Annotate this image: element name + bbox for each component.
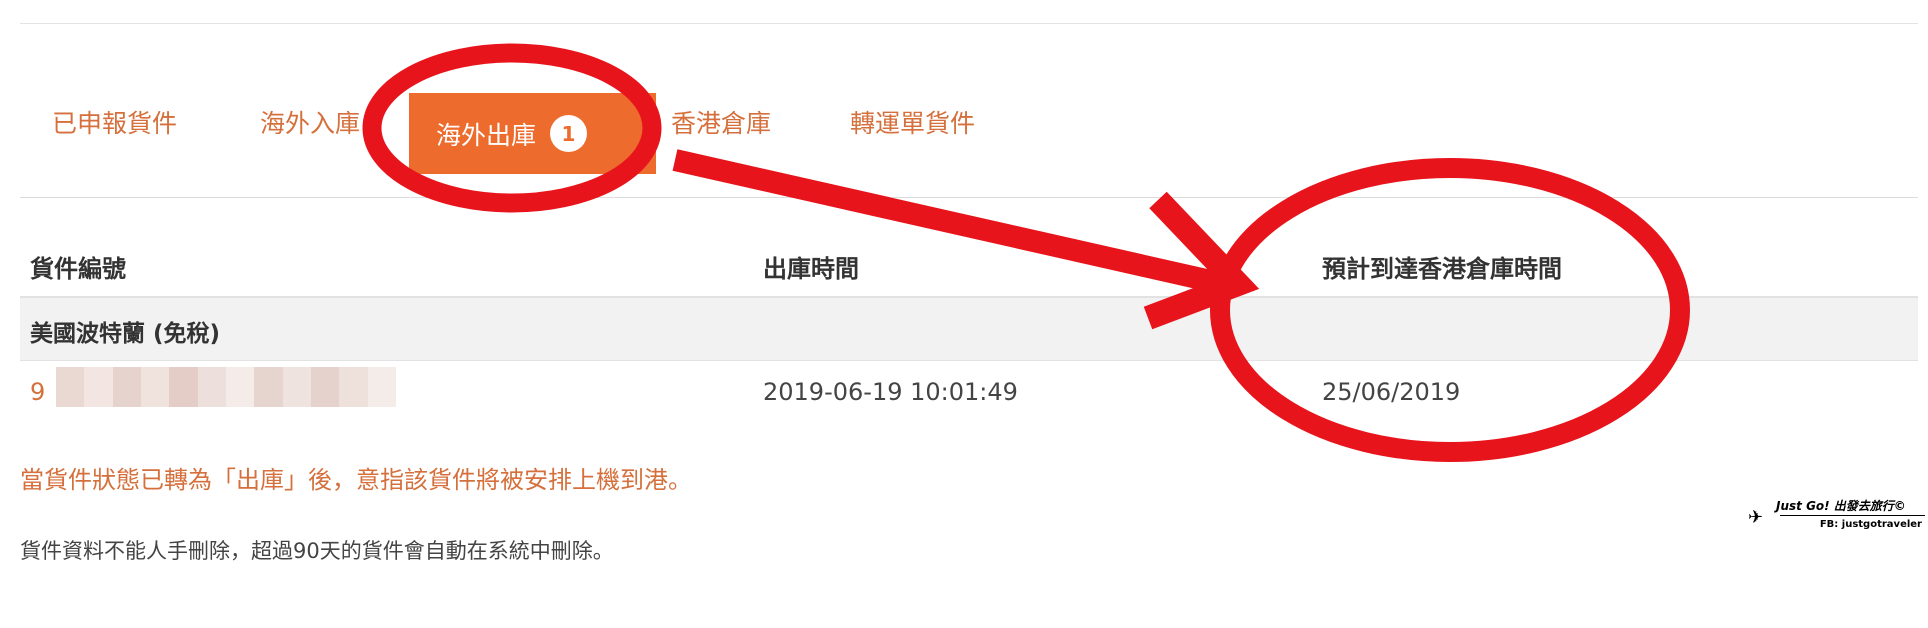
tab-highlight-circle xyxy=(362,43,662,213)
eta-highlight-circle xyxy=(1210,158,1690,462)
watermark-fb: FB: justgotraveler xyxy=(1819,519,1922,530)
watermark: ✈ Just Go! 出發去旅行© FB: justgotraveler xyxy=(1748,497,1928,537)
watermark-title: Just Go! 出發去旅行© xyxy=(1776,499,1906,513)
red-annotation-overlay xyxy=(362,43,1690,462)
airplane-icon: ✈ xyxy=(1748,507,1764,528)
arrow-shaft xyxy=(672,149,1218,293)
watermark-divider xyxy=(1780,515,1925,516)
